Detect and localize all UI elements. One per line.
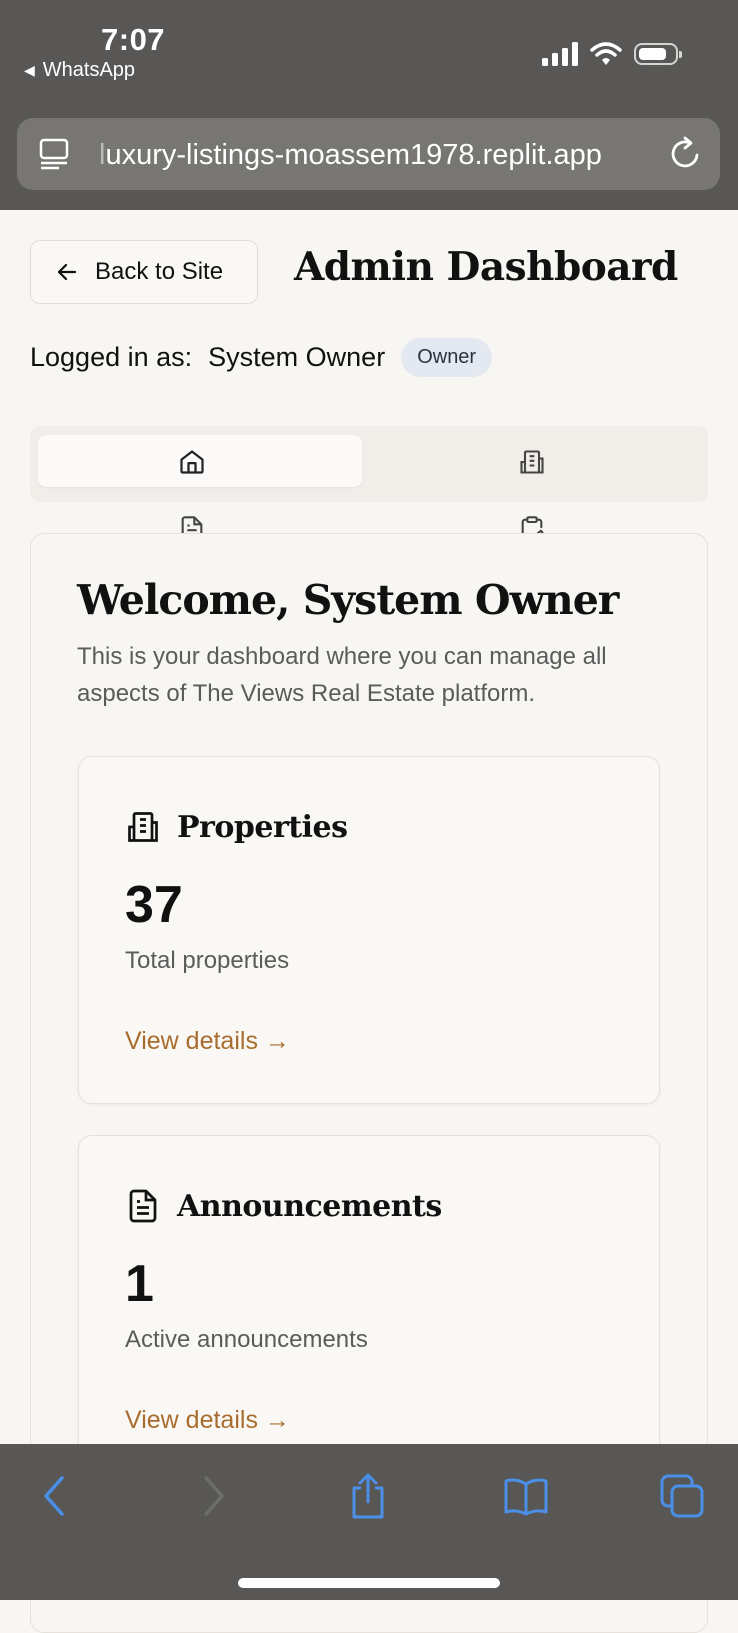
- back-arrow-icon: [44, 1476, 64, 1516]
- url-bar[interactable]: luxury-listings-moassem1978.replit.app: [17, 118, 720, 190]
- properties-count-label: Total properties: [125, 947, 290, 974]
- user-name: System Owner: [208, 342, 386, 372]
- status-time: 7:07: [101, 22, 166, 57]
- cellular-signal-icon: [542, 42, 578, 66]
- share-icon: [352, 1473, 384, 1519]
- logged-in-label: Logged in as:: [30, 342, 193, 372]
- browser-back-button[interactable]: [30, 1472, 78, 1520]
- properties-stat-card: Properties 37 Total properties View deta…: [78, 756, 660, 1104]
- bookmarks-icon: [504, 1478, 548, 1516]
- url-text[interactable]: luxury-listings-moassem1978.replit.app: [99, 135, 667, 175]
- arrow-left-icon: [57, 263, 77, 281]
- logged-in-row: Logged in as: System Owner Owner: [30, 338, 493, 377]
- back-to-site-label: Back to Site: [95, 258, 224, 285]
- wifi-icon: [590, 42, 622, 65]
- reload-icon[interactable]: [670, 136, 702, 170]
- announcements-count-label: Active announcements: [125, 1326, 368, 1353]
- properties-count: 37: [125, 876, 183, 934]
- back-triangle-icon: ◀: [24, 62, 35, 78]
- tabs-icon: [660, 1474, 704, 1518]
- properties-view-details-link[interactable]: View details →: [125, 1027, 290, 1056]
- share-button[interactable]: [344, 1472, 392, 1520]
- page-menu-icon[interactable]: [39, 138, 69, 170]
- back-app-label: WhatsApp: [42, 59, 136, 81]
- document-icon: [129, 1189, 157, 1223]
- tab-dashboard[interactable]: [175, 445, 209, 479]
- status-and-url-area: 7:07 ◀ WhatsApp luxury-listings-moassem1…: [0, 0, 738, 210]
- building-icon: [128, 812, 158, 842]
- page-title: Admin Dashboard: [294, 244, 678, 290]
- status-icons: [542, 42, 682, 66]
- properties-stat-title: Properties: [177, 809, 348, 845]
- announcements-stat-title: Announcements: [177, 1188, 442, 1224]
- forward-arrow-icon: [204, 1476, 224, 1516]
- browser-forward-button[interactable]: [190, 1472, 238, 1520]
- home-icon: [180, 450, 204, 474]
- bookmarks-button[interactable]: [502, 1472, 550, 1520]
- url-value: uxury-listings-moassem1978.replit.app: [105, 139, 602, 171]
- battery-icon: [634, 43, 682, 65]
- announcements-view-details-link[interactable]: View details →: [125, 1406, 290, 1435]
- back-to-app-link[interactable]: ◀ WhatsApp: [24, 59, 135, 82]
- welcome-description: This is your dashboard where you can man…: [77, 643, 607, 707]
- role-badge: Owner: [401, 338, 493, 377]
- announcements-count: 1: [125, 1255, 154, 1313]
- browser-toolbar: [0, 1444, 738, 1600]
- back-to-site-button[interactable]: Back to Site: [30, 240, 258, 304]
- building-icon: [520, 450, 544, 474]
- announcements-stat-header: Announcements: [125, 1188, 442, 1224]
- tabs-button[interactable]: [658, 1472, 706, 1520]
- home-indicator: [238, 1578, 500, 1588]
- welcome-title: Welcome, System Owner: [77, 576, 619, 624]
- properties-stat-header: Properties: [125, 809, 348, 845]
- tab-properties[interactable]: [515, 445, 549, 479]
- announcements-stat-card: Announcements 1 Active announcements Vie…: [78, 1135, 660, 1483]
